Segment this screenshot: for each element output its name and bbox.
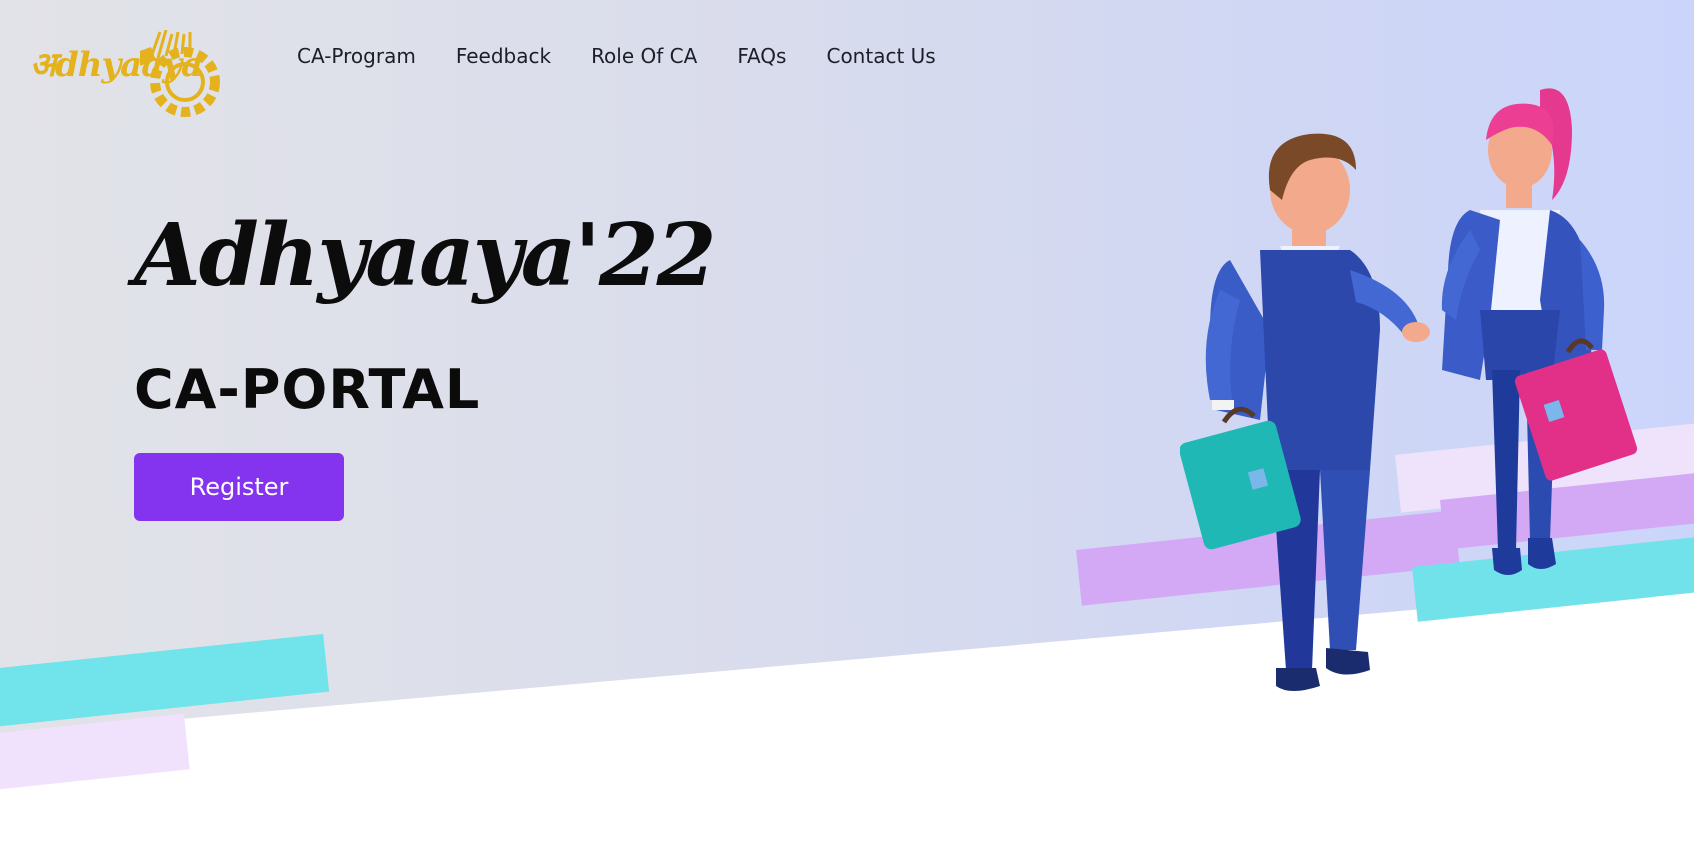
nav-item-ca-program[interactable]: CA-Program [297, 44, 416, 68]
nav-item-faqs[interactable]: FAQs [737, 44, 786, 68]
nav-item-role-of-ca[interactable]: Role Of CA [591, 44, 697, 68]
hero-title: Adhyaaya'22 [134, 205, 717, 306]
woman-figure [1441, 88, 1638, 575]
nav-item-contact-us[interactable]: Contact Us [826, 44, 935, 68]
landing-page: अdhyaaya CA-Program Feedback Role Of CA … [0, 0, 1694, 853]
brand-logo[interactable]: अdhyaaya [30, 10, 220, 117]
man-figure [1180, 133, 1430, 691]
business-handshake-illustration [1180, 88, 1638, 691]
register-button[interactable]: Register [134, 453, 344, 521]
main-nav: CA-Program Feedback Role Of CA FAQs Cont… [297, 44, 936, 68]
nav-item-feedback[interactable]: Feedback [456, 44, 551, 68]
logo-wordmark: अdhyaaya [30, 45, 203, 85]
hero-subtitle: CA-PORTAL [134, 358, 481, 421]
